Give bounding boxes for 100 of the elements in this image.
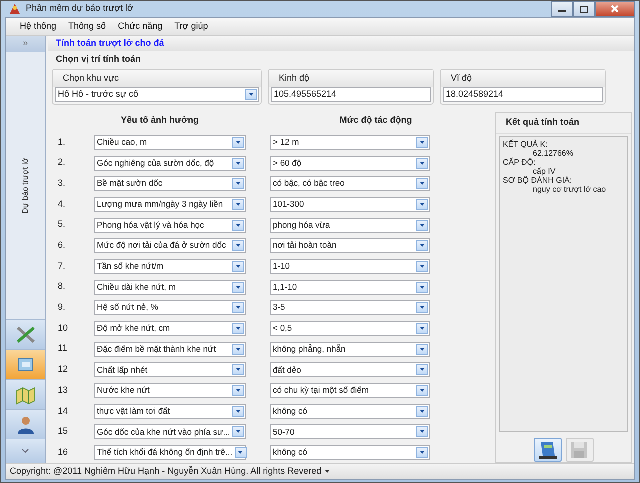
- dropdown-button[interactable]: [232, 220, 244, 231]
- dropdown-button[interactable]: [232, 364, 244, 376]
- sidebar-item[interactable]: [6, 409, 45, 439]
- combo-field[interactable]: 3-5: [270, 300, 430, 316]
- row-number: 12: [57, 363, 70, 376]
- dropdown-button[interactable]: [416, 302, 428, 314]
- dropdown-button[interactable]: [416, 282, 428, 293]
- combo-field[interactable]: 101-300: [270, 196, 430, 212]
- combo-field[interactable]: Hệ số nứt nẻ, %: [94, 300, 246, 316]
- window-title: Phần mềm dự báo trượt lở: [26, 2, 134, 16]
- dropdown-button[interactable]: [416, 447, 428, 458]
- dropdown-button[interactable]: [416, 198, 428, 210]
- caret-icon: [420, 244, 424, 248]
- dropdown-button[interactable]: [232, 178, 244, 190]
- caret-icon[interactable]: [324, 470, 330, 473]
- combo-value: Góc dốc của khe nứt vào phía sư...: [97, 426, 230, 438]
- combo-field[interactable]: Tần số khe nứt/m: [94, 258, 246, 274]
- caret-icon: [236, 348, 240, 351]
- combo-field[interactable]: 1-10: [270, 258, 430, 274]
- dropdown-button[interactable]: [416, 385, 428, 396]
- row-number: 7.: [57, 260, 67, 273]
- combo-field[interactable]: có chu kỳ tại một số điểm: [270, 383, 430, 398]
- caret-icon: [420, 264, 424, 268]
- combo-field[interactable]: Chiều dài khe nứt, m: [94, 280, 246, 295]
- dropdown-button[interactable]: [416, 240, 428, 252]
- row-number: 2.: [57, 156, 67, 170]
- dropdown-button[interactable]: [416, 406, 428, 417]
- combo-field[interactable]: có bậc, có bậc treo: [270, 176, 430, 192]
- text-field[interactable]: 105.495565214: [271, 87, 431, 102]
- sidebar-item[interactable]: [6, 319, 45, 349]
- dropdown-button[interactable]: [416, 136, 428, 148]
- menu-item[interactable]: Hệ thống: [16, 20, 61, 34]
- text-field[interactable]: 18.024589214: [443, 87, 603, 102]
- dropdown-button[interactable]: [232, 323, 244, 334]
- dropdown-button[interactable]: [416, 178, 428, 190]
- field-label: Kinh độ: [269, 70, 433, 87]
- menu-item[interactable]: Thông số: [64, 20, 110, 34]
- dropdown-button[interactable]: [416, 364, 428, 376]
- dropdown-button[interactable]: [232, 198, 244, 210]
- combo-field[interactable]: Bề mặt sườn dốc: [94, 176, 246, 192]
- calculate-button[interactable]: [534, 438, 562, 462]
- dropdown-button[interactable]: [232, 426, 244, 438]
- combo-field[interactable]: phong hóa vừa: [270, 218, 430, 233]
- maximize-button[interactable]: [573, 1, 595, 17]
- dropdown-button[interactable]: [416, 158, 428, 169]
- expand-button[interactable]: »: [6, 36, 45, 52]
- combo-value: Góc nghiêng của sườn dốc, độ: [97, 156, 214, 170]
- combo-field[interactable]: đất dẻo: [270, 362, 430, 378]
- menu-item[interactable]: Chức năng: [114, 20, 167, 34]
- dropdown-button[interactable]: [232, 260, 244, 272]
- dropdown-button[interactable]: [416, 426, 428, 438]
- dropdown-button[interactable]: [234, 447, 247, 458]
- combo-field[interactable]: > 60 độ: [270, 156, 430, 171]
- combo-field[interactable]: Góc nghiêng của sườn dốc, độ: [94, 156, 246, 171]
- combo-field[interactable]: Hố Hô - trước sự cố: [55, 87, 259, 102]
- sidebar-item[interactable]: [6, 379, 45, 409]
- combo-value: > 12 m: [273, 136, 300, 149]
- combo-field[interactable]: không có: [270, 404, 430, 419]
- dropdown-button[interactable]: [245, 89, 257, 100]
- combo-field[interactable]: Nước khe nứt: [94, 383, 246, 398]
- combo-field[interactable]: Góc dốc của khe nứt vào phía sư...: [94, 424, 246, 440]
- combo-field[interactable]: không có: [270, 445, 430, 460]
- combo-field[interactable]: Phong hóa vật lý và hóa học: [94, 218, 246, 233]
- combo-field[interactable]: < 0,5: [270, 321, 430, 336]
- dropdown-button[interactable]: [232, 385, 244, 396]
- dropdown-button[interactable]: [232, 240, 244, 252]
- dropdown-button[interactable]: [232, 344, 244, 355]
- combo-field[interactable]: Chất lấp nhét: [94, 362, 246, 378]
- caret-icon: [420, 389, 424, 392]
- sidebar-item[interactable]: [6, 349, 45, 379]
- dropdown-button[interactable]: [232, 282, 244, 293]
- dropdown-button[interactable]: [232, 406, 244, 417]
- combo-value: Thể tích khối đá không ổn định trê...: [97, 446, 233, 460]
- combo-field[interactable]: không phẳng, nhẵn: [270, 342, 430, 357]
- minimize-button[interactable]: [551, 1, 573, 17]
- combo-field[interactable]: 1,1-10: [270, 280, 430, 295]
- dropdown-button[interactable]: [416, 220, 428, 231]
- dropdown-button[interactable]: [232, 136, 244, 148]
- dropdown-button[interactable]: [416, 323, 428, 334]
- sidebar-caption: Dự báo trượt lở: [20, 158, 30, 214]
- caret-icon: [420, 162, 424, 165]
- combo-value: Phong hóa vật lý và hóa học: [97, 218, 204, 232]
- caret-icon: [420, 327, 424, 330]
- combo-field[interactable]: Mức độ nơi tải của đá ở sườn dốc: [94, 238, 246, 254]
- dropdown-button[interactable]: [416, 344, 428, 355]
- combo-field[interactable]: > 12 m: [270, 134, 430, 150]
- close-button[interactable]: [595, 1, 635, 17]
- combo-field[interactable]: Độ mở khe nứt, cm: [94, 321, 246, 336]
- dropdown-button[interactable]: [232, 158, 244, 169]
- dropdown-button[interactable]: [232, 302, 244, 314]
- maximize-icon: [580, 6, 588, 12]
- combo-field[interactable]: Đặc điểm bề mặt thành khe nứt: [94, 342, 246, 357]
- combo-field[interactable]: Chiều cao, m: [94, 134, 246, 150]
- combo-field[interactable]: 50-70: [270, 424, 430, 440]
- combo-field[interactable]: Lượng mưa mm/ngày 3 ngày liền: [94, 196, 246, 212]
- combo-field[interactable]: Thể tích khối đá không ổn định trê...: [94, 445, 246, 460]
- combo-field[interactable]: nơi tải hoàn toàn: [270, 238, 430, 254]
- dropdown-button[interactable]: [416, 260, 428, 272]
- combo-field[interactable]: thực vật làm tơi đất: [94, 404, 246, 419]
- menu-item[interactable]: Trợ giúp: [170, 20, 212, 34]
